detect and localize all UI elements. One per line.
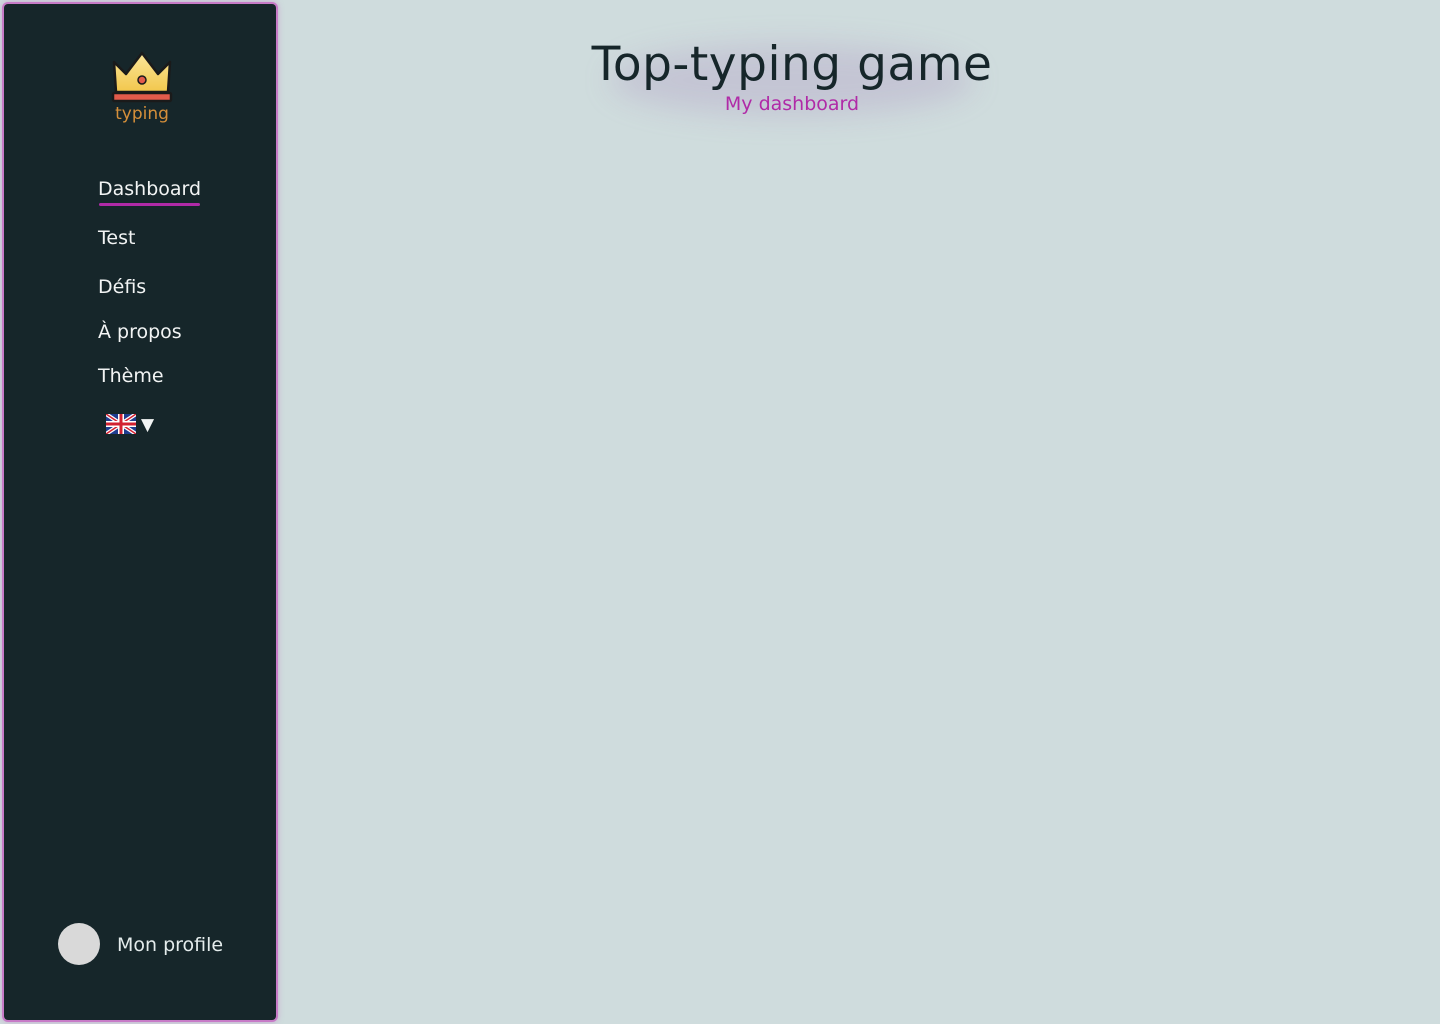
brand-logo[interactable]: typing <box>108 48 176 128</box>
avatar <box>58 923 100 965</box>
page-header: Top-typing game My dashboard <box>560 24 1024 128</box>
nav-item-dashboard[interactable]: Dashboard <box>98 177 201 206</box>
sidebar: typing Dashboard Test Défis À propos Thè… <box>4 4 276 1020</box>
logo-text: typing <box>115 104 169 124</box>
chevron-down-icon: ▼ <box>141 415 155 435</box>
app-root: typing Dashboard Test Défis À propos Thè… <box>0 0 1440 1024</box>
crown-icon <box>111 51 173 103</box>
profile-label: Mon profile <box>117 934 224 956</box>
uk-flag-icon <box>106 414 136 434</box>
nav-item-theme[interactable]: Thème <box>98 364 164 388</box>
nav-item-defis[interactable]: Défis <box>98 275 146 299</box>
nav-item-test[interactable]: Test <box>98 226 135 250</box>
page-title: Top-typing game <box>591 37 993 92</box>
nav-item-a-propos[interactable]: À propos <box>98 320 182 344</box>
profile-link[interactable]: Mon profile <box>58 923 248 967</box>
page-subtitle: My dashboard <box>724 93 860 115</box>
language-selector[interactable]: ▼ <box>104 413 160 437</box>
